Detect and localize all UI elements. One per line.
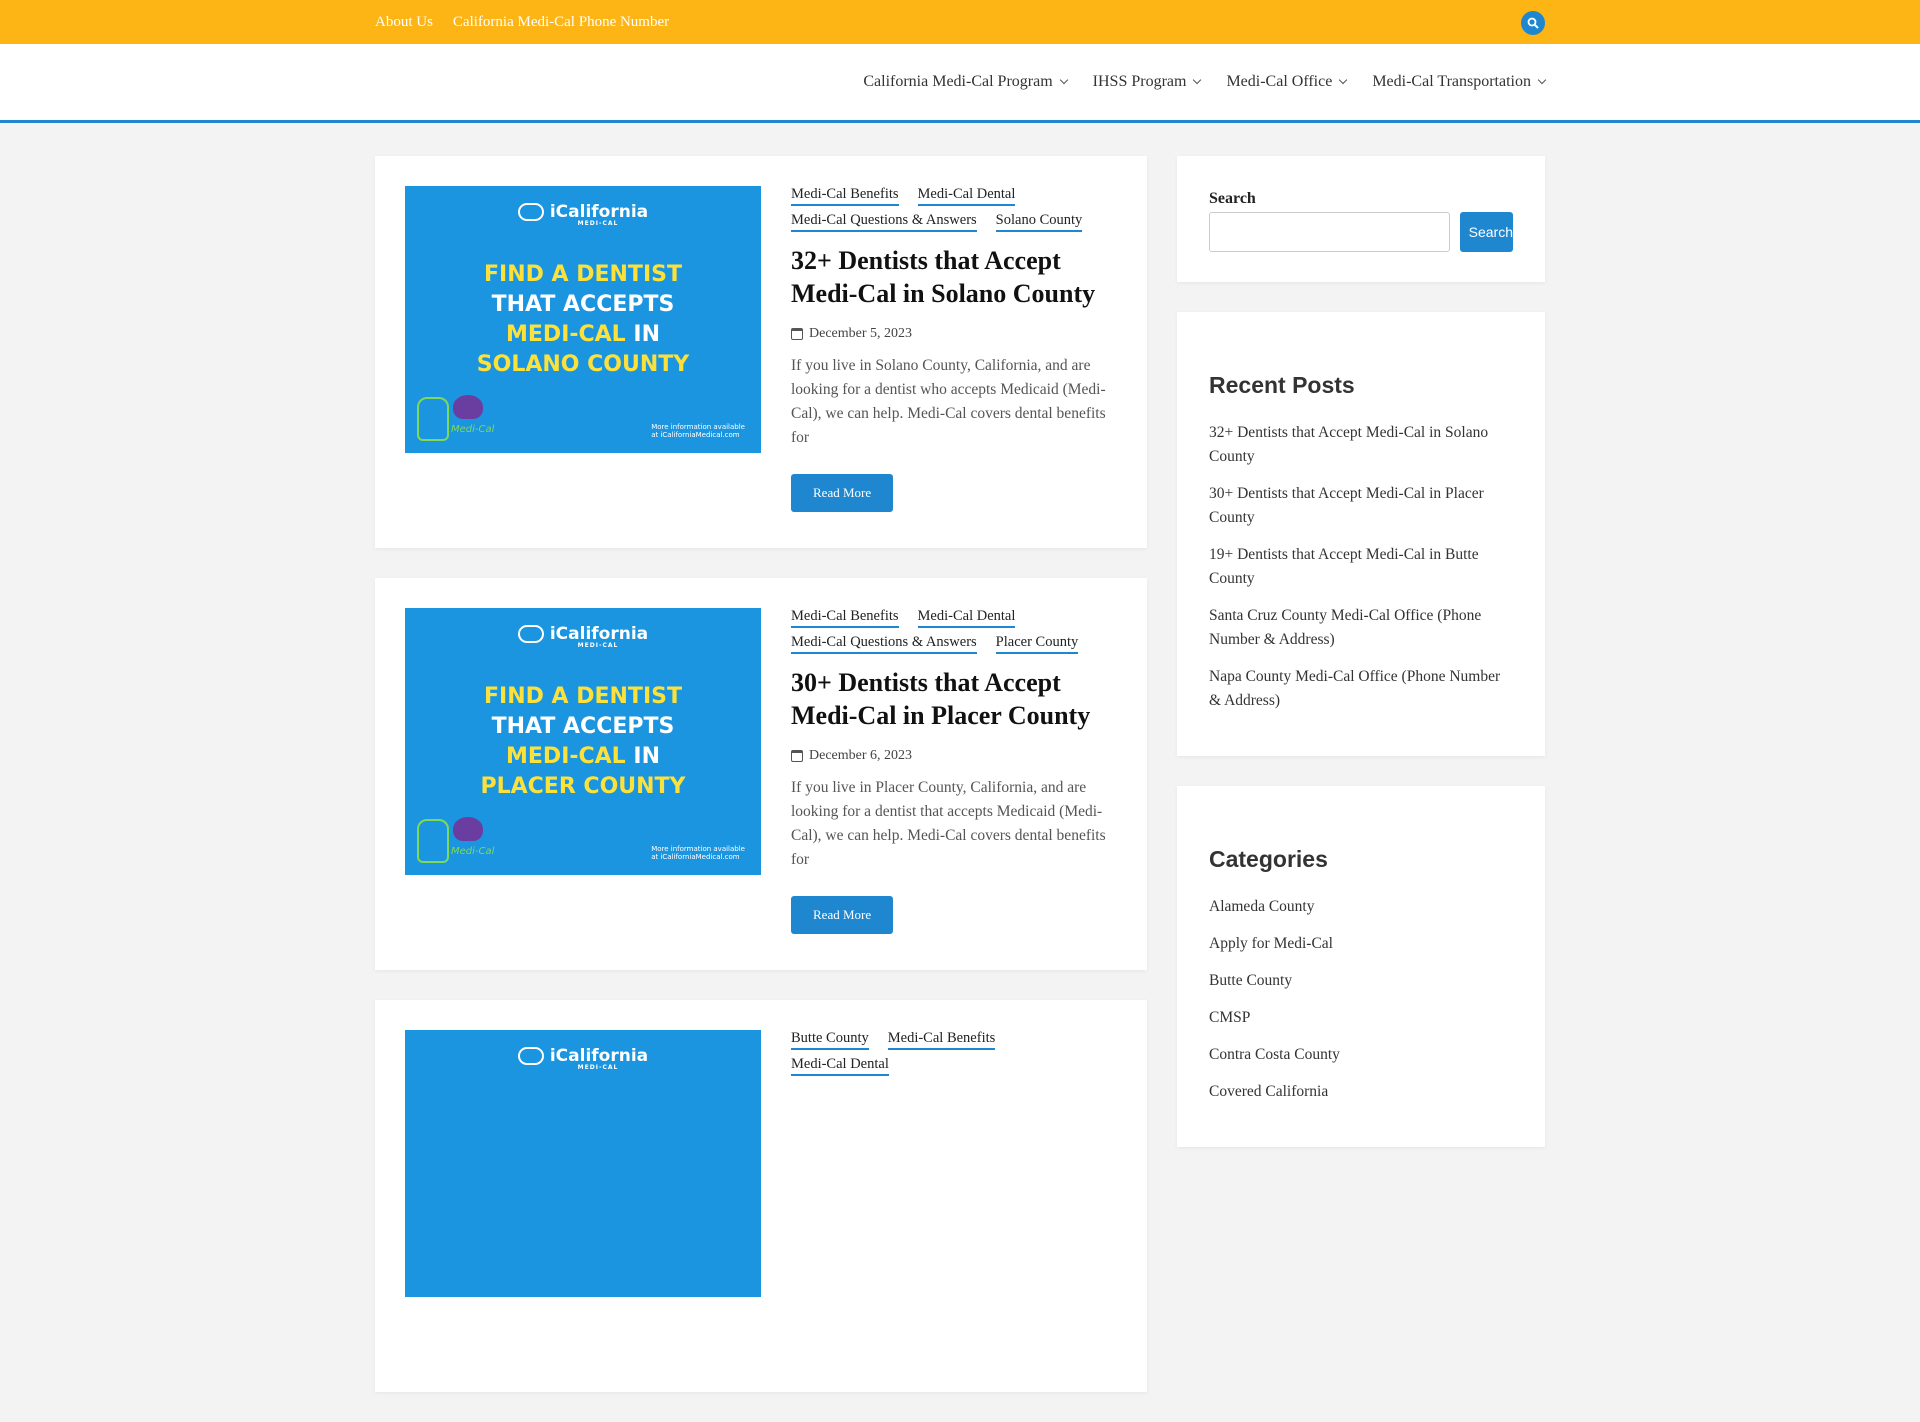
recent-posts-widget: Recent Posts 32+ Dentists that Accept Me… <box>1177 312 1545 756</box>
phone-number-link[interactable]: California Medi-Cal Phone Number <box>453 14 669 31</box>
recent-post-link[interactable]: Napa County Medi-Cal Office (Phone Numbe… <box>1209 665 1513 713</box>
category-link[interactable]: Placer County <box>995 634 1079 654</box>
post-thumbnail[interactable]: iCalifornia MEDI-CAL <box>405 1030 761 1297</box>
search-button[interactable]: Search <box>1460 212 1513 252</box>
post-card: iCalifornia MEDI-CAL FIND A DENTIST THAT … <box>375 578 1147 970</box>
category-item[interactable]: Covered California <box>1209 1080 1513 1104</box>
more-info-text: More information available at iCalifornia… <box>651 423 745 439</box>
category-link[interactable]: Medi-Cal Dental <box>791 1056 889 1076</box>
chevron-down-icon <box>1059 75 1068 85</box>
top-bar-inner: About Us California Medi-Cal Phone Numbe… <box>375 0 1545 44</box>
recent-post-link[interactable]: 32+ Dentists that Accept Medi-Cal in Sol… <box>1209 421 1513 469</box>
more-info-text: More information available at iCalifornia… <box>651 845 745 861</box>
recent-post-link[interactable]: 30+ Dentists that Accept Medi-Cal in Pla… <box>1209 482 1513 530</box>
california-logo-icon <box>517 203 544 221</box>
medi-cal-signature: Medi-Cal <box>451 424 495 435</box>
medi-cal-signature: Medi-Cal <box>451 846 495 857</box>
category-link[interactable]: Medi-Cal Benefits <box>887 1030 996 1050</box>
nav-label: Medi-Cal Office <box>1226 73 1333 90</box>
post-date: December 5, 2023 <box>791 326 1117 342</box>
thumbnail-headline: FIND A DENTIST THAT ACCEPTS MEDI-CAL IN … <box>480 684 686 799</box>
search-input[interactable] <box>1209 212 1450 252</box>
post-card: iCalifornia MEDI-CAL Butte County Medi-Ca… <box>375 1000 1147 1392</box>
recent-post-link[interactable]: Santa Cruz County Medi-Cal Office (Phone… <box>1209 604 1513 652</box>
search-icon <box>1527 17 1539 29</box>
category-link[interactable]: Medi-Cal Benefits <box>791 608 899 628</box>
category-item[interactable]: Apply for Medi-Cal <box>1209 932 1513 956</box>
categories-list: Alameda County Apply for Medi-Cal Butte … <box>1209 895 1513 1104</box>
category-link[interactable]: Medi-Cal Questions & Answers <box>791 634 977 654</box>
brand-logo: iCalifornia MEDI-CAL <box>405 1046 761 1071</box>
post-categories: Butte County Medi-Cal Benefits Medi-Cal … <box>791 1030 1117 1082</box>
calendar-icon <box>791 750 803 762</box>
categories-widget: Categories Alameda County Apply for Medi… <box>1177 786 1545 1147</box>
category-item[interactable]: Alameda County <box>1209 895 1513 919</box>
nav-item-medi-cal-transportation[interactable]: Medi-Cal Transportation <box>1372 73 1547 91</box>
about-us-link[interactable]: About Us <box>375 14 433 31</box>
brand-logo: iCalifornia MEDI-CAL <box>405 202 761 227</box>
chevron-down-icon <box>1339 75 1348 85</box>
post-excerpt: If you live in Solano County, California… <box>791 357 1106 446</box>
recent-post-link[interactable]: 19+ Dentists that Accept Medi-Cal in But… <box>1209 543 1513 591</box>
category-link[interactable]: Medi-Cal Dental <box>917 608 1016 628</box>
post-categories: Medi-Cal Benefits Medi-Cal Dental Medi-C… <box>791 608 1117 660</box>
category-link[interactable]: Medi-Cal Benefits <box>791 186 899 206</box>
california-logo-icon <box>517 625 544 643</box>
categories-title: Categories <box>1209 846 1328 872</box>
post-list: iCalifornia MEDI-CAL FIND A DENTIST THAT … <box>375 156 1147 1422</box>
post-categories: Medi-Cal Benefits Medi-Cal Dental Medi-C… <box>791 186 1117 238</box>
recent-posts-title: Recent Posts <box>1209 372 1355 398</box>
tooth-icon <box>417 397 449 441</box>
search-widget: Search Search <box>1177 156 1545 282</box>
search-row: Search <box>1209 212 1513 252</box>
search-label: Search <box>1209 190 1256 207</box>
category-link[interactable]: Butte County <box>791 1030 869 1050</box>
main-header: California Medi-Cal Program IHSS Program… <box>0 44 1920 123</box>
category-link[interactable]: Medi-Cal Questions & Answers <box>791 212 977 232</box>
nav-item-medi-cal-program[interactable]: California Medi-Cal Program <box>863 73 1068 91</box>
post-date: December 6, 2023 <box>791 748 1117 764</box>
sidebar: Search Search Recent Posts 32+ Dentists … <box>1177 156 1545 1177</box>
heart-icon <box>453 395 483 419</box>
nav-item-medi-cal-office[interactable]: Medi-Cal Office <box>1226 73 1348 91</box>
chevron-down-icon <box>1193 75 1202 85</box>
post-title[interactable]: 32+ Dentists that Accept Medi-Cal in Sol… <box>791 244 1117 310</box>
post-excerpt: If you live in Placer County, California… <box>791 779 1106 868</box>
recent-posts-list: 32+ Dentists that Accept Medi-Cal in Sol… <box>1209 421 1513 713</box>
read-more-button[interactable]: Read More <box>791 896 894 934</box>
nav-label: Medi-Cal Transportation <box>1372 73 1531 90</box>
nav-item-ihss-program[interactable]: IHSS Program <box>1092 73 1202 91</box>
brand-logo: iCalifornia MEDI-CAL <box>405 624 761 649</box>
post-title[interactable]: 30+ Dentists that Accept Medi-Cal in Pla… <box>791 666 1117 732</box>
read-more-button[interactable]: Read More <box>791 474 894 512</box>
thumbnail-headline: FIND A DENTIST THAT ACCEPTS MEDI-CAL IN … <box>476 262 690 377</box>
header-search-button[interactable] <box>1521 11 1545 35</box>
category-link[interactable]: Solano County <box>995 212 1083 232</box>
calendar-icon <box>791 328 803 340</box>
category-item[interactable]: CMSP <box>1209 1006 1513 1030</box>
heart-icon <box>453 817 483 841</box>
california-logo-icon <box>517 1047 544 1065</box>
post-body: Medi-Cal Benefits Medi-Cal Dental Medi-C… <box>761 186 1117 518</box>
post-thumbnail[interactable]: iCalifornia MEDI-CAL FIND A DENTIST THAT … <box>405 608 761 875</box>
chevron-down-icon <box>1537 75 1547 85</box>
nav-label: IHSS Program <box>1092 73 1187 90</box>
post-thumbnail[interactable]: iCalifornia MEDI-CAL FIND A DENTIST THAT … <box>405 186 761 453</box>
category-link[interactable]: Medi-Cal Dental <box>917 186 1016 206</box>
top-bar: About Us California Medi-Cal Phone Numbe… <box>0 0 1920 44</box>
post-body: Medi-Cal Benefits Medi-Cal Dental Medi-C… <box>761 608 1117 940</box>
category-item[interactable]: Contra Costa County <box>1209 1043 1513 1067</box>
main-nav: California Medi-Cal Program IHSS Program… <box>837 44 1547 120</box>
nav-label: California Medi-Cal Program <box>863 73 1053 90</box>
post-card: iCalifornia MEDI-CAL FIND A DENTIST THAT … <box>375 156 1147 548</box>
category-item[interactable]: Butte County <box>1209 969 1513 993</box>
tooth-icon <box>417 819 449 863</box>
